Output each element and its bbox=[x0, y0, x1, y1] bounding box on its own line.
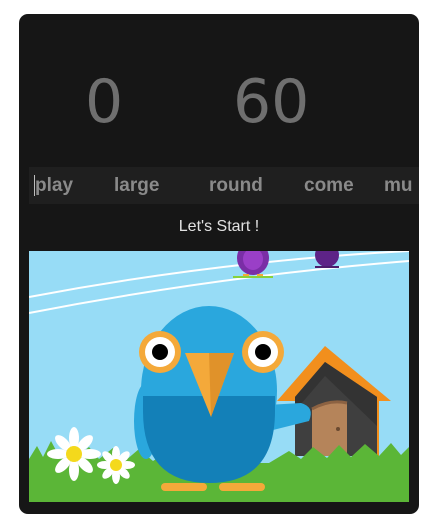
word-item: come bbox=[304, 175, 354, 196]
status-message: Let's Start ! bbox=[178, 218, 260, 235]
word-item: mu bbox=[384, 175, 413, 196]
word-item: large bbox=[114, 175, 160, 196]
word-strip[interactable]: play large round come mu bbox=[29, 167, 419, 204]
timer-display: 60 bbox=[233, 67, 310, 137]
word-item: play bbox=[35, 175, 74, 196]
game-window: 0 60 play large round come mu Let's Star… bbox=[19, 14, 419, 514]
score-display: 0 bbox=[85, 67, 124, 137]
game-scene[interactable] bbox=[29, 251, 409, 502]
word-item: round bbox=[209, 175, 263, 196]
